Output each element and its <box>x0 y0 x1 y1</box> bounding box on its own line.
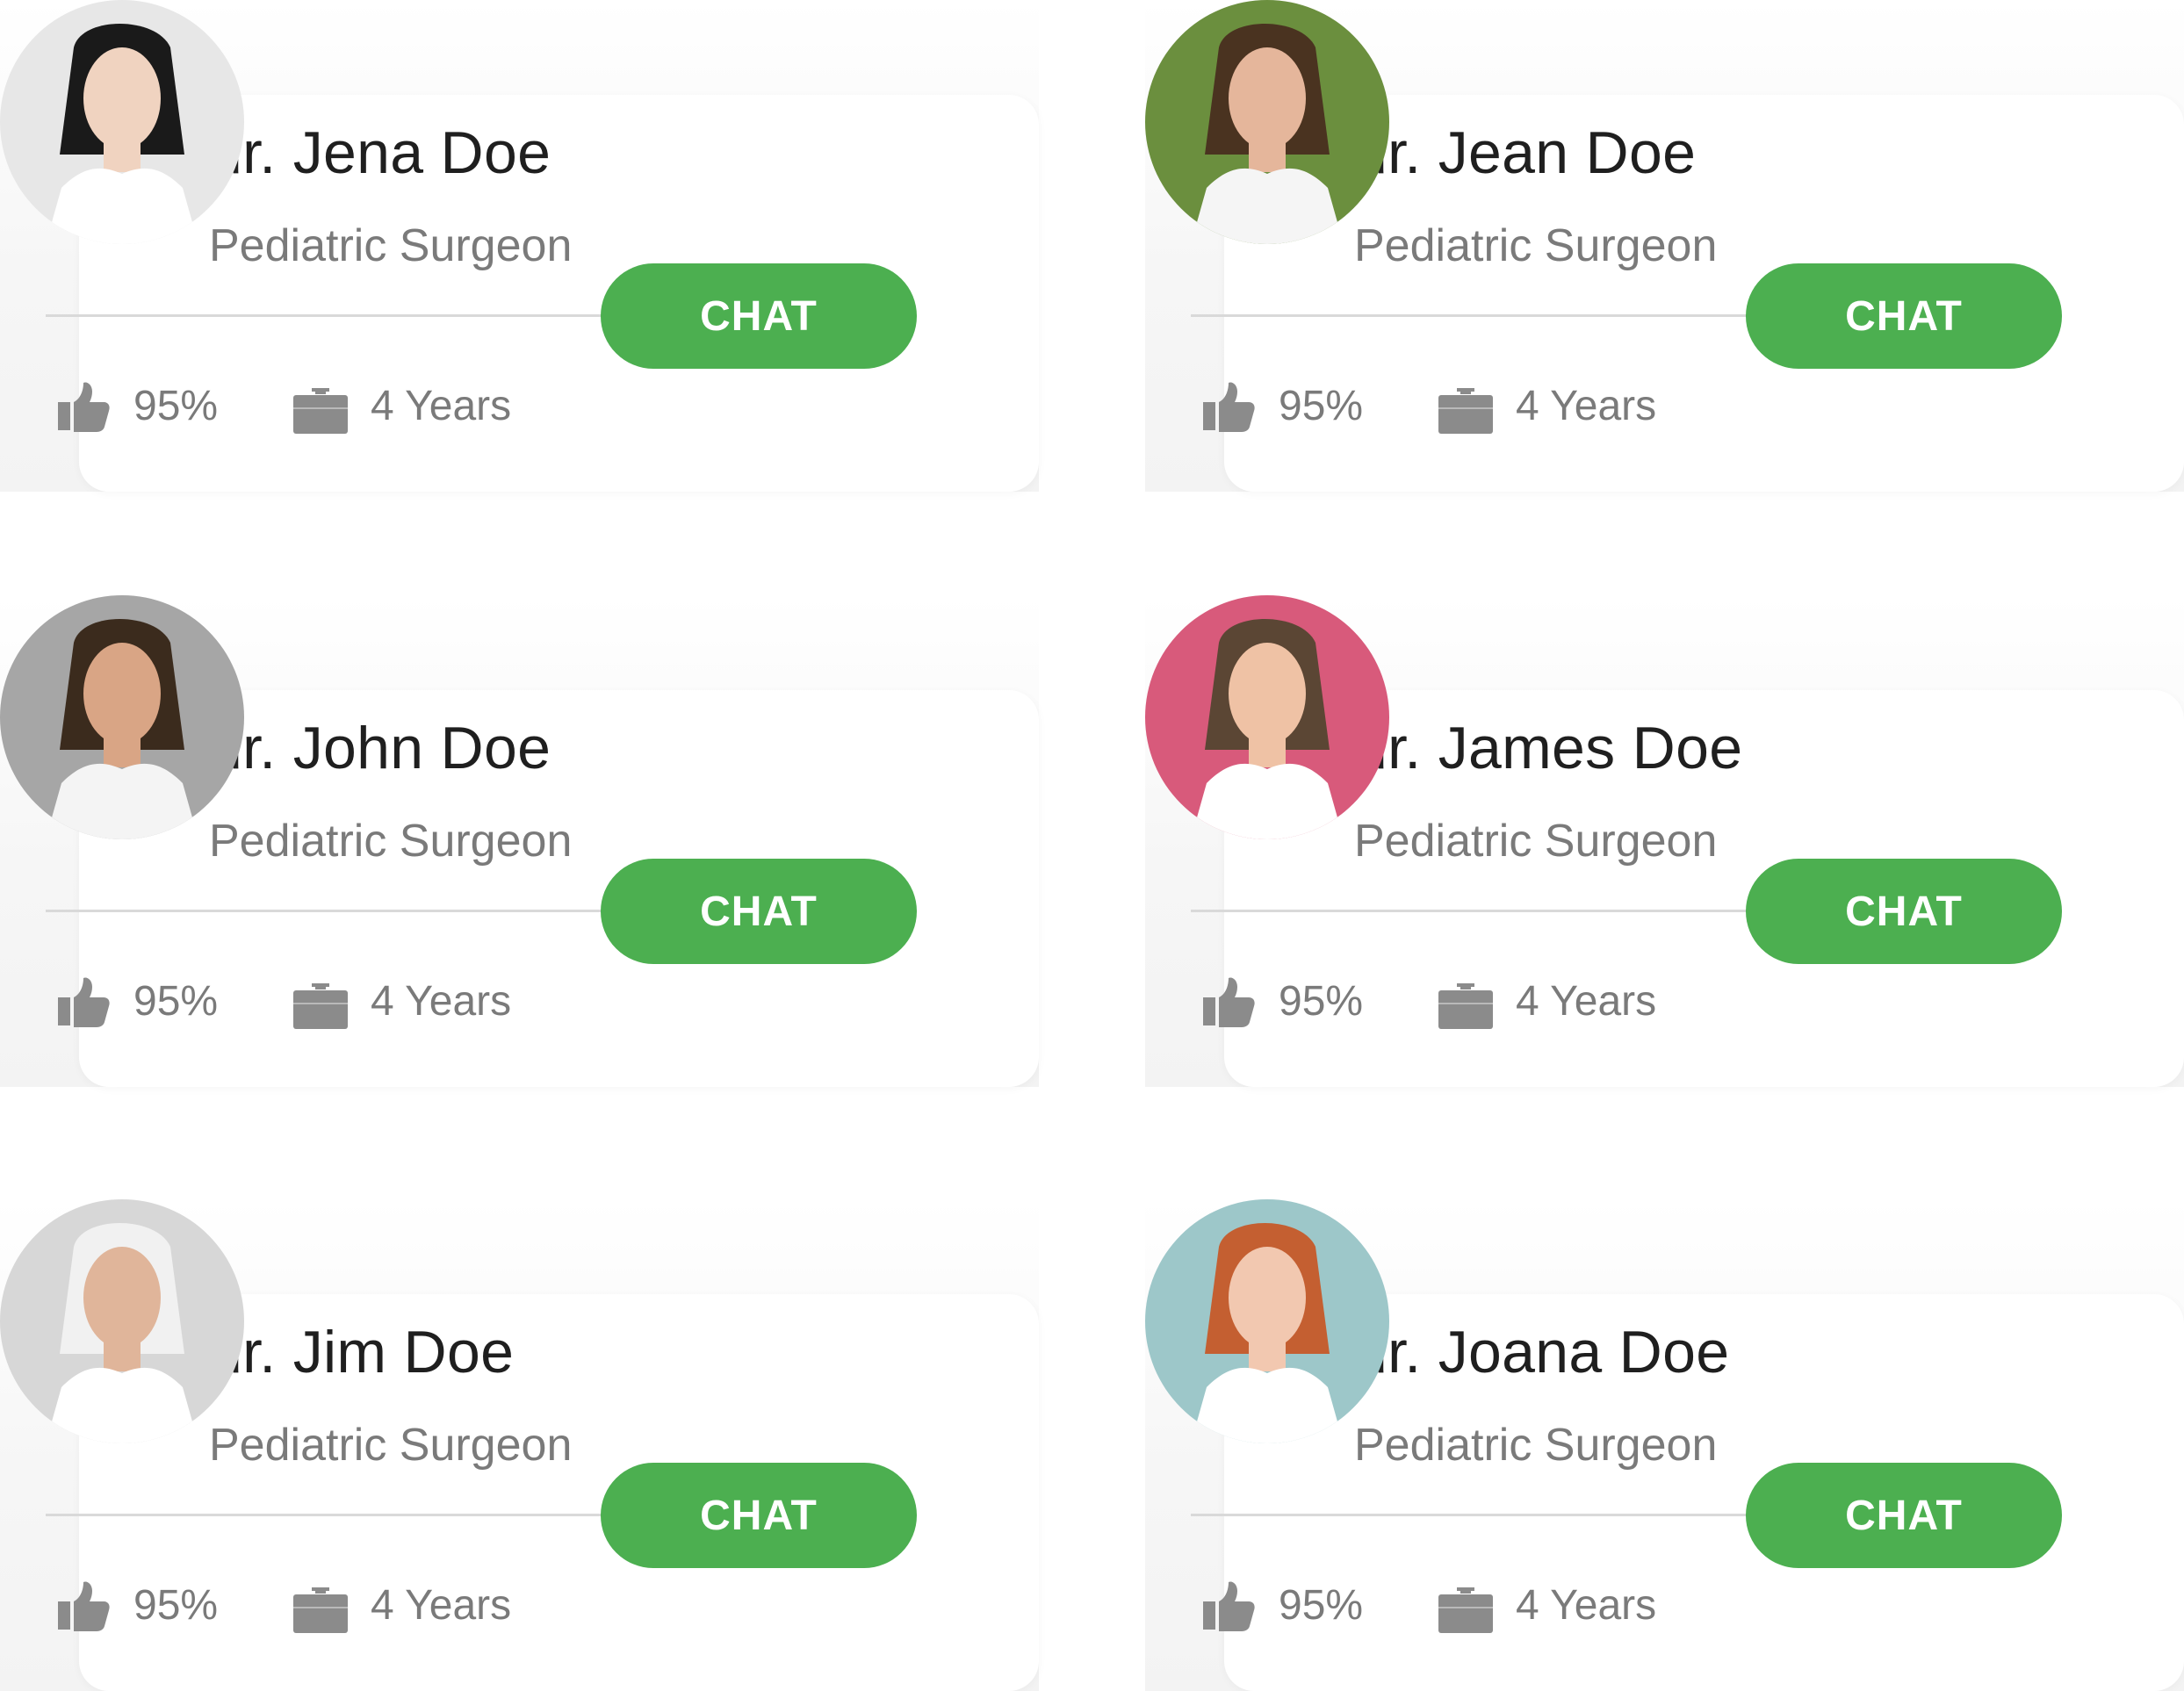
chat-button[interactable]: CHAT <box>1746 1463 2062 1568</box>
thumbs-up-icon <box>1200 378 1258 435</box>
avatar <box>0 595 244 839</box>
briefcase-icon <box>1437 973 1495 1031</box>
doctor-name: dr. Jena Doe <box>209 119 551 186</box>
briefcase-icon <box>292 378 350 435</box>
doctor-card: dr. Jim Doe Pediatric Surgeon 95% 4 Year… <box>0 1199 1039 1691</box>
rating-value: 95% <box>1279 1582 1364 1629</box>
doctor-name: dr. John Doe <box>209 715 551 781</box>
thumbs-up-icon <box>54 973 112 1031</box>
rating-value: 95% <box>1279 978 1364 1025</box>
experience-value: 4 Years <box>371 1582 512 1629</box>
chat-button[interactable]: CHAT <box>1746 263 2062 369</box>
avatar-image <box>0 0 244 244</box>
chat-button[interactable]: CHAT <box>601 1463 917 1568</box>
avatar <box>0 0 244 244</box>
briefcase-icon <box>1437 1577 1495 1635</box>
experience-value: 4 Years <box>371 978 512 1025</box>
rating-value: 95% <box>133 1582 219 1629</box>
briefcase-icon <box>292 1577 350 1635</box>
doctor-specialty: Pediatric Surgeon <box>209 1420 573 1471</box>
chat-button[interactable]: CHAT <box>1746 859 2062 964</box>
rating-value: 95% <box>133 978 219 1025</box>
doctor-card: dr. Jean Doe Pediatric Surgeon 95% 4 Yea… <box>1145 0 2184 492</box>
experience-value: 4 Years <box>1516 978 1657 1025</box>
doctor-card: dr. Jena Doe Pediatric Surgeon 95% 4 Yea… <box>0 0 1039 492</box>
thumbs-up-icon <box>1200 973 1258 1031</box>
doctor-card: dr. James Doe Pediatric Surgeon 95% 4 Ye… <box>1145 595 2184 1087</box>
doctor-name: dr. James Doe <box>1354 715 1743 781</box>
avatar-image <box>1145 1199 1389 1443</box>
doctor-specialty: Pediatric Surgeon <box>209 220 573 271</box>
doctor-card: dr. Joana Doe Pediatric Surgeon 95% 4 Ye… <box>1145 1199 2184 1691</box>
doctor-card: dr. John Doe Pediatric Surgeon 95% 4 Yea… <box>0 595 1039 1087</box>
avatar-image <box>1145 0 1389 244</box>
avatar-image <box>0 1199 244 1443</box>
avatar <box>1145 0 1389 244</box>
rating-value: 95% <box>1279 383 1364 429</box>
chat-button[interactable]: CHAT <box>601 263 917 369</box>
rating-value: 95% <box>133 383 219 429</box>
doctor-name: dr. Jim Doe <box>209 1319 515 1385</box>
thumbs-up-icon <box>54 378 112 435</box>
chat-button[interactable]: CHAT <box>601 859 917 964</box>
experience-value: 4 Years <box>1516 383 1657 429</box>
doctor-specialty: Pediatric Surgeon <box>1354 816 1718 867</box>
doctor-grid: dr. Jena Doe Pediatric Surgeon 95% 4 Yea… <box>0 0 2184 1691</box>
avatar-image <box>1145 595 1389 839</box>
thumbs-up-icon <box>54 1577 112 1635</box>
avatar <box>1145 1199 1389 1443</box>
briefcase-icon <box>292 973 350 1031</box>
doctor-name: dr. Jean Doe <box>1354 119 1697 186</box>
experience-value: 4 Years <box>371 383 512 429</box>
avatar-image <box>0 595 244 839</box>
doctor-specialty: Pediatric Surgeon <box>1354 220 1718 271</box>
avatar <box>1145 595 1389 839</box>
experience-value: 4 Years <box>1516 1582 1657 1629</box>
avatar <box>0 1199 244 1443</box>
briefcase-icon <box>1437 378 1495 435</box>
doctor-name: dr. Joana Doe <box>1354 1319 1730 1385</box>
doctor-specialty: Pediatric Surgeon <box>1354 1420 1718 1471</box>
thumbs-up-icon <box>1200 1577 1258 1635</box>
doctor-specialty: Pediatric Surgeon <box>209 816 573 867</box>
